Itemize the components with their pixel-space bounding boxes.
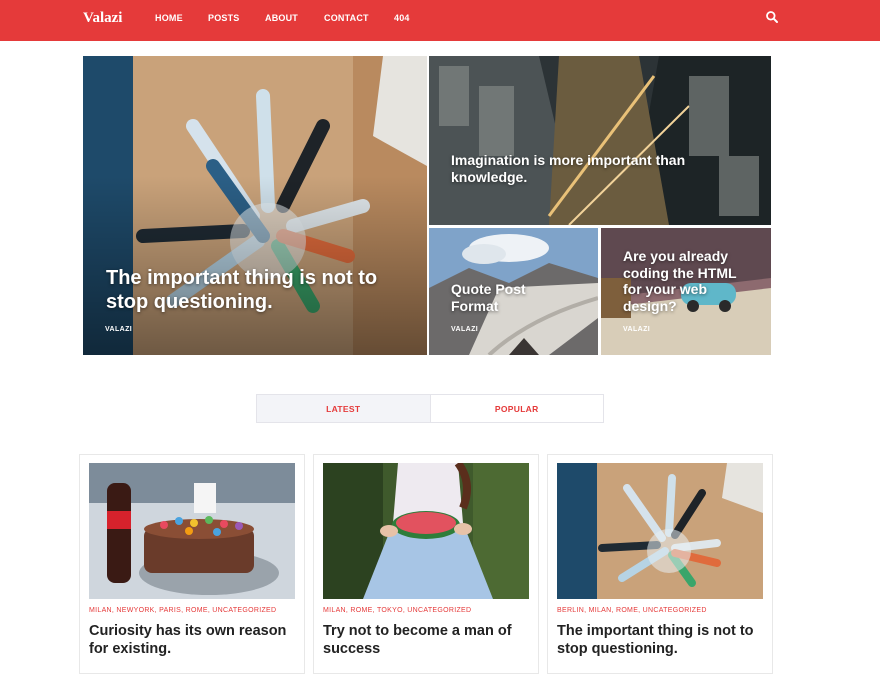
hero-bottom-left-author[interactable]: VALAZI (451, 326, 478, 333)
hero-bottom-right-title[interactable]: Are you already coding the HTML for your… (623, 248, 753, 314)
post-tabs: LATEST POPULAR (256, 394, 604, 423)
nav-contact[interactable]: CONTACT (324, 13, 369, 23)
hero-top-right-title[interactable]: Imagination is more important than knowl… (451, 152, 721, 185)
hero-main-overlay (83, 175, 427, 355)
hero-bottom-right-author[interactable]: VALAZI (623, 326, 650, 333)
hero-bottom-left-title[interactable]: Quote Post Format (451, 281, 571, 314)
nav-404[interactable]: 404 (394, 13, 410, 23)
post-title[interactable]: Curiosity has its own reason for existin… (89, 622, 295, 658)
post-thumbnail[interactable] (323, 463, 529, 599)
tab-latest[interactable]: LATEST (257, 395, 431, 422)
post-categories[interactable]: MILAN, ROME, TOKYO, UNCATEGORIZED (323, 607, 471, 614)
top-navbar: Valazi HOME POSTS ABOUT CONTACT 404 (0, 0, 880, 41)
hero-main-post[interactable]: The important thing is not to stop quest… (83, 56, 427, 355)
post-title[interactable]: Try not to become a man of success (323, 622, 529, 658)
cake-party-image (89, 463, 295, 599)
post-thumbnail[interactable] (89, 463, 295, 599)
hero-top-right-post[interactable]: Imagination is more important than knowl… (429, 56, 771, 225)
post-title[interactable]: The important thing is not to stop quest… (557, 622, 763, 658)
hero-main-author[interactable]: VALAZI (105, 326, 132, 333)
post-categories[interactable]: BERLIN, MILAN, ROME, UNCATEGORIZED (557, 607, 707, 614)
post-card[interactable]: MILAN, NEWYORK, PARIS, ROME, UNCATEGORIZ… (79, 454, 305, 674)
hero-main-title[interactable]: The important thing is not to stop quest… (106, 267, 406, 314)
post-card[interactable]: MILAN, ROME, TOKYO, UNCATEGORIZED Try no… (313, 454, 539, 674)
post-categories[interactable]: MILAN, NEWYORK, PARIS, ROME, UNCATEGORIZ… (89, 607, 276, 614)
hero-bottom-right-post[interactable]: Are you already coding the HTML for your… (601, 228, 771, 355)
city-aerial-image (429, 56, 771, 225)
nav-home[interactable]: HOME (155, 13, 183, 23)
search-icon[interactable] (765, 10, 779, 24)
post-thumbnail[interactable] (557, 463, 763, 599)
pens-cup-image (557, 463, 763, 599)
post-card[interactable]: BERLIN, MILAN, ROME, UNCATEGORIZED The i… (547, 454, 773, 674)
nav-posts[interactable]: POSTS (208, 13, 240, 23)
hero-bottom-left-post[interactable]: Quote Post Format VALAZI (429, 228, 598, 355)
site-logo[interactable]: Valazi (83, 10, 122, 27)
nav-about[interactable]: ABOUT (265, 13, 298, 23)
watermelon-girl-image (323, 463, 529, 599)
tab-popular[interactable]: POPULAR (431, 395, 604, 422)
